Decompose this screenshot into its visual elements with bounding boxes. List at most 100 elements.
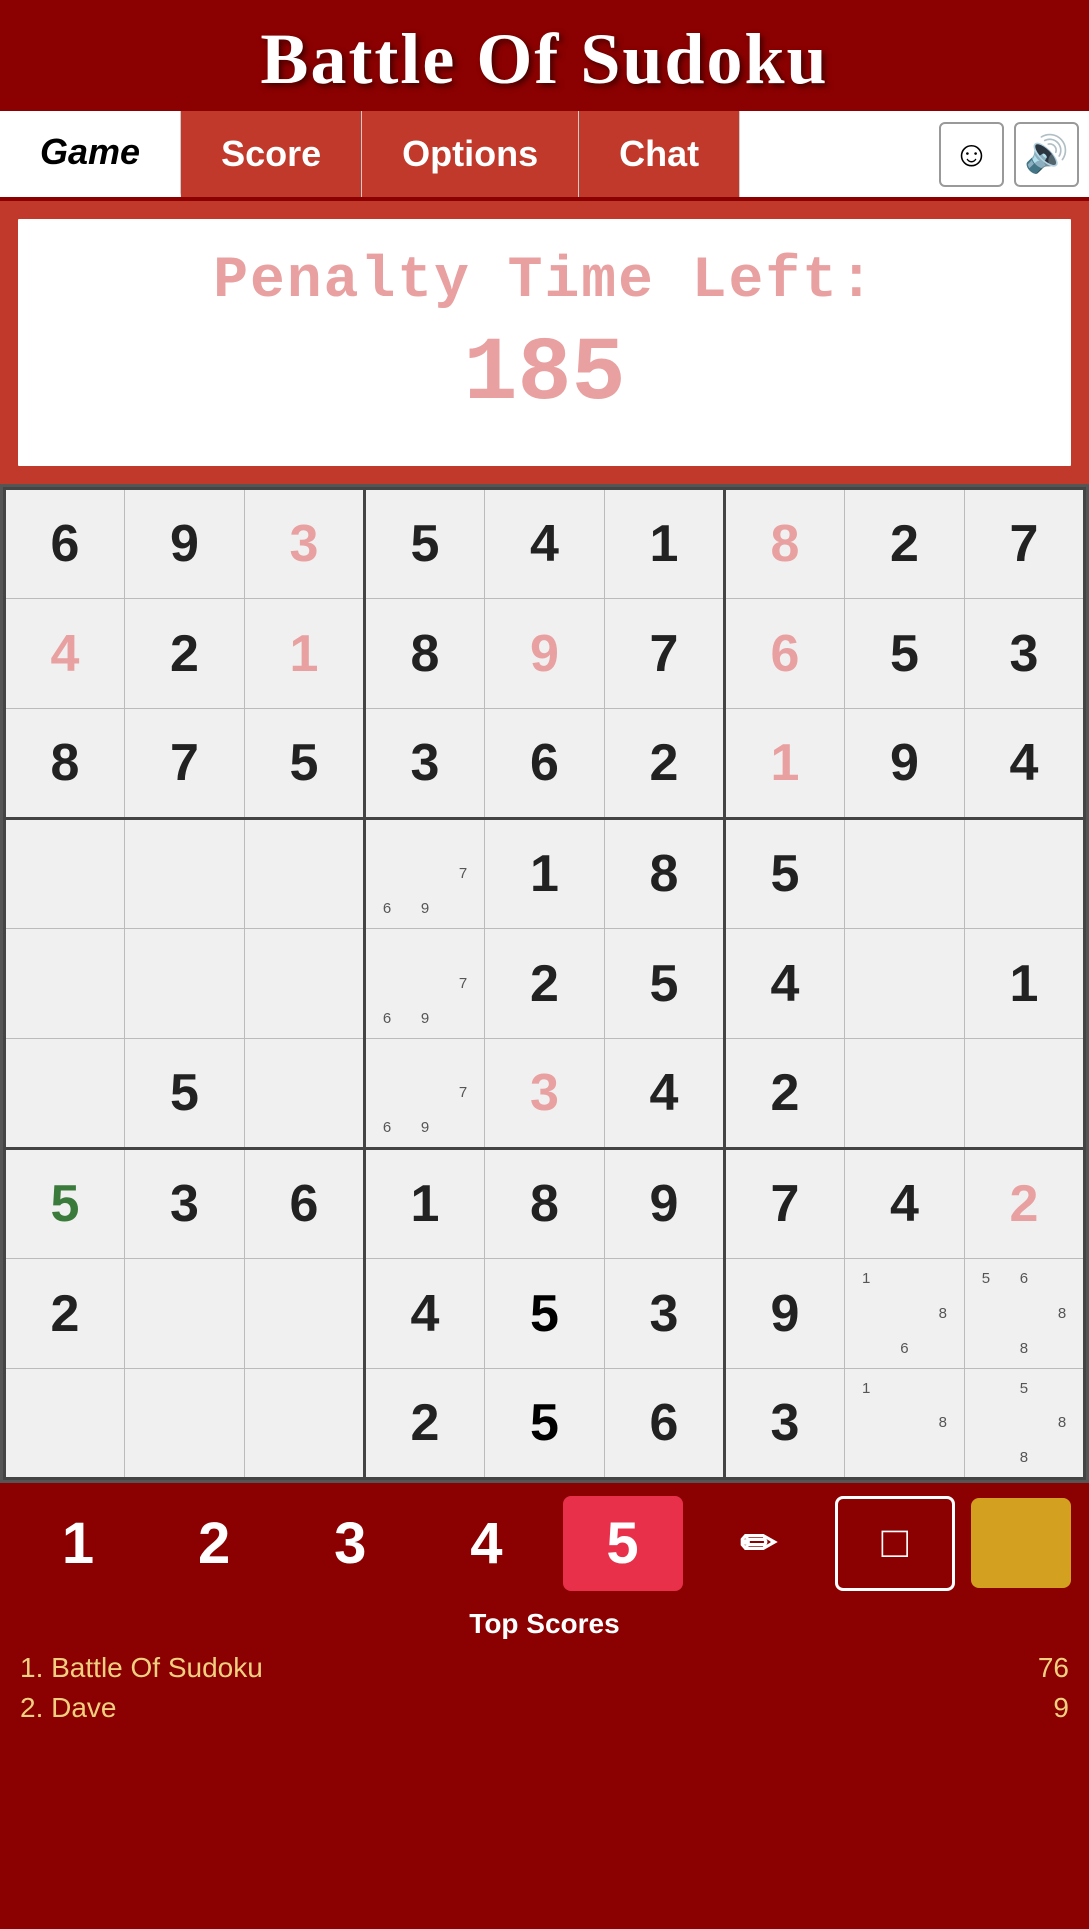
sudoku-cell[interactable] <box>844 929 964 1039</box>
sudoku-cell[interactable] <box>244 929 364 1039</box>
number-btn-2[interactable]: 2 <box>154 1496 274 1591</box>
sudoku-cell[interactable] <box>244 1259 364 1369</box>
sudoku-cell[interactable] <box>5 1039 125 1149</box>
sudoku-cell[interactable]: 4 <box>964 709 1084 819</box>
sudoku-cell[interactable]: 5 <box>844 599 964 709</box>
sudoku-cell[interactable] <box>125 929 245 1039</box>
sound-icon-button[interactable]: 🔊 <box>1014 122 1079 187</box>
sudoku-cell[interactable]: 2 <box>364 1369 484 1479</box>
sudoku-cell[interactable]: 2 <box>964 1149 1084 1259</box>
sudoku-cell[interactable]: 8 <box>604 819 724 929</box>
sudoku-cell[interactable]: 18 <box>844 1369 964 1479</box>
sudoku-cell[interactable]: 2 <box>125 599 245 709</box>
cell-value: 2 <box>51 1285 80 1343</box>
sudoku-cell[interactable]: 2 <box>5 1259 125 1369</box>
number-btn-4[interactable]: 4 <box>426 1496 546 1591</box>
sudoku-cell[interactable]: 5 <box>724 819 844 929</box>
sudoku-cell[interactable]: 2 <box>484 929 604 1039</box>
tab-score[interactable]: Score <box>181 111 362 197</box>
sudoku-cell[interactable]: 5 <box>484 1259 604 1369</box>
number-btn-5[interactable]: 5 <box>563 1496 683 1591</box>
sudoku-cell[interactable]: 9 <box>844 709 964 819</box>
sudoku-cell[interactable] <box>125 1259 245 1369</box>
sudoku-cell[interactable]: 6 <box>724 599 844 709</box>
sudoku-cell[interactable] <box>964 1039 1084 1149</box>
sudoku-cell[interactable] <box>5 929 125 1039</box>
sudoku-cell[interactable]: 5 <box>364 489 484 599</box>
sudoku-cell[interactable]: 186 <box>844 1259 964 1369</box>
sudoku-cell[interactable]: 3 <box>484 1039 604 1149</box>
sudoku-cell[interactable]: 5 <box>604 929 724 1039</box>
sudoku-cell[interactable] <box>5 1369 125 1479</box>
sudoku-cell[interactable]: 1 <box>724 709 844 819</box>
sudoku-cell[interactable]: 3 <box>724 1369 844 1479</box>
sudoku-cell[interactable]: 3 <box>604 1259 724 1369</box>
note-digit <box>1043 1331 1081 1366</box>
sudoku-cell[interactable]: 5 <box>125 1039 245 1149</box>
sudoku-cell[interactable]: 9 <box>484 599 604 709</box>
sudoku-cell[interactable]: 6 <box>484 709 604 819</box>
note-digit: 9 <box>406 891 444 926</box>
sudoku-cell[interactable]: 8 <box>364 599 484 709</box>
sudoku-cell[interactable] <box>244 1369 364 1479</box>
tab-options[interactable]: Options <box>362 111 579 197</box>
sudoku-cell[interactable]: 3 <box>125 1149 245 1259</box>
sudoku-cell[interactable] <box>125 1369 245 1479</box>
emoji-icon-button[interactable]: ☺ <box>939 122 1004 187</box>
sudoku-cell[interactable] <box>244 1039 364 1149</box>
sudoku-cell[interactable]: 2 <box>604 709 724 819</box>
sudoku-cell[interactable]: 7 <box>125 709 245 819</box>
sudoku-cell[interactable]: 4 <box>604 1039 724 1149</box>
sudoku-cell[interactable]: 5 <box>244 709 364 819</box>
sudoku-cell[interactable]: 8 <box>5 709 125 819</box>
sudoku-cell[interactable]: 7 <box>604 599 724 709</box>
sudoku-cell[interactable]: 2 <box>724 1039 844 1149</box>
sudoku-cell[interactable] <box>964 819 1084 929</box>
sudoku-cell[interactable]: 4 <box>484 489 604 599</box>
sudoku-cell[interactable]: 5 <box>484 1369 604 1479</box>
sudoku-cell[interactable]: 9 <box>724 1259 844 1369</box>
sudoku-cell[interactable]: 5688 <box>964 1259 1084 1369</box>
sudoku-cell[interactable]: 4 <box>364 1259 484 1369</box>
sudoku-cell[interactable] <box>5 819 125 929</box>
sudoku-cell[interactable]: 7 <box>964 489 1084 599</box>
sudoku-cell[interactable]: 8 <box>484 1149 604 1259</box>
sudoku-cell[interactable]: 2 <box>844 489 964 599</box>
note-digit: 5 <box>1005 1371 1043 1406</box>
sudoku-cell[interactable]: 5 <box>5 1149 125 1259</box>
color-tool-btn[interactable] <box>971 1498 1071 1588</box>
tab-game[interactable]: Game <box>0 111 181 197</box>
sudoku-cell[interactable]: 769 <box>364 819 484 929</box>
number-btn-1[interactable]: 1 <box>18 1496 138 1591</box>
sudoku-cell[interactable]: 1 <box>244 599 364 709</box>
sudoku-cell[interactable]: 9 <box>604 1149 724 1259</box>
sudoku-cell[interactable]: 9 <box>125 489 245 599</box>
sudoku-cell[interactable]: 769 <box>364 929 484 1039</box>
sudoku-cell[interactable]: 769 <box>364 1039 484 1149</box>
number-btn-3[interactable]: 3 <box>290 1496 410 1591</box>
sudoku-cell[interactable]: 4 <box>724 929 844 1039</box>
tab-chat[interactable]: Chat <box>579 111 740 197</box>
sudoku-cell[interactable]: 6 <box>5 489 125 599</box>
sudoku-cell[interactable]: 1 <box>364 1149 484 1259</box>
cell-value: 8 <box>530 1175 559 1233</box>
notes-tool-btn[interactable]: □ <box>835 1496 955 1591</box>
sudoku-cell[interactable]: 6 <box>604 1369 724 1479</box>
sudoku-cell[interactable]: 8 <box>724 489 844 599</box>
sudoku-cell[interactable] <box>844 819 964 929</box>
sudoku-cell[interactable] <box>844 1039 964 1149</box>
sudoku-cell[interactable]: 3 <box>364 709 484 819</box>
sudoku-cell[interactable]: 1 <box>484 819 604 929</box>
sudoku-cell[interactable] <box>125 819 245 929</box>
sudoku-cell[interactable]: 6 <box>244 1149 364 1259</box>
sudoku-cell[interactable]: 3 <box>244 489 364 599</box>
sudoku-cell[interactable]: 4 <box>844 1149 964 1259</box>
sudoku-cell[interactable] <box>244 819 364 929</box>
sudoku-cell[interactable]: 1 <box>964 929 1084 1039</box>
sudoku-cell[interactable]: 4 <box>5 599 125 709</box>
sudoku-cell[interactable]: 3 <box>964 599 1084 709</box>
sudoku-cell[interactable]: 588 <box>964 1369 1084 1479</box>
sudoku-cell[interactable]: 7 <box>724 1149 844 1259</box>
pencil-tool-btn[interactable]: ✏ <box>699 1496 819 1591</box>
sudoku-cell[interactable]: 1 <box>604 489 724 599</box>
